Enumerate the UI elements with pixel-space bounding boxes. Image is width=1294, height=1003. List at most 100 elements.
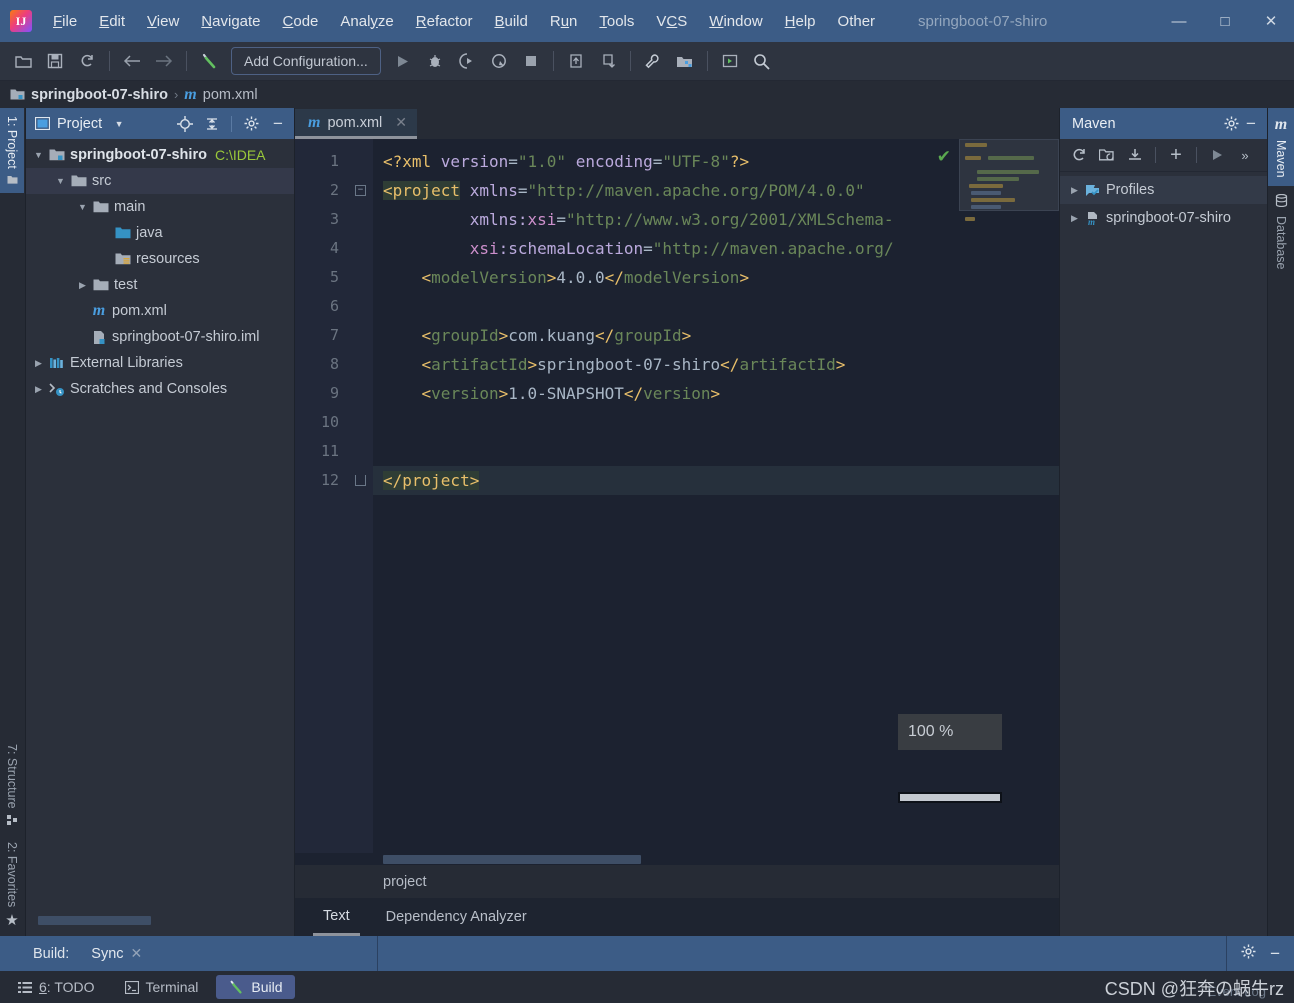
menu-item-tools[interactable]: Tools <box>588 9 645 34</box>
editor-tab-pom-xml[interactable]: m pom.xml ✕ <box>295 109 417 139</box>
tree-row-pom-xml[interactable]: m pom.xml <box>26 298 294 324</box>
sidebar-item-database[interactable]: Database <box>1268 186 1294 278</box>
generate-sources-icon[interactable] <box>1094 143 1120 167</box>
expand-arrow-icon[interactable]: ▼ <box>30 150 47 160</box>
chevron-down-icon[interactable]: ▼ <box>109 114 129 134</box>
code-minimap[interactable] <box>959 139 1059 221</box>
maven-tree-row-project[interactable]: ▶ m springboot-07-shiro <box>1060 204 1267 232</box>
breadcrumb-project[interactable]: springboot-07-shiro <box>10 87 168 103</box>
close-tab-icon[interactable]: ✕ <box>395 114 407 131</box>
build-sync-tab[interactable]: Sync ✕ <box>91 945 142 962</box>
tree-row-scratches-and-consoles[interactable]: ▶ Scratches and Consoles <box>26 376 294 402</box>
update-project-icon[interactable] <box>563 48 589 74</box>
sidebar-item-favorites[interactable]: 2: Favorites ★ <box>0 834 24 936</box>
status-tab-terminal[interactable]: Terminal <box>113 975 211 999</box>
sidebar-item-project[interactable]: 1: Project <box>0 108 24 193</box>
status-tab-build[interactable]: Build <box>216 975 295 999</box>
run-maven-build-icon[interactable] <box>1204 143 1230 167</box>
gear-icon[interactable] <box>1241 944 1256 963</box>
collapse-all-icon[interactable] <box>202 114 222 134</box>
scrollbar-thumb[interactable] <box>383 855 641 864</box>
fold-marker-icon[interactable]: − <box>355 185 366 196</box>
commit-icon[interactable] <box>595 48 621 74</box>
menu-item-window[interactable]: Window <box>698 9 773 34</box>
more-options-icon[interactable]: » <box>1232 143 1258 167</box>
stop-icon[interactable] <box>518 48 544 74</box>
tree-row-main[interactable]: ▼ main <box>26 194 294 220</box>
menu-item-refactor[interactable]: Refactor <box>405 9 484 34</box>
inspection-status-icon[interactable]: ✔ <box>937 147 951 167</box>
tree-row-iml[interactable]: springboot-07-shiro.iml <box>26 324 294 350</box>
tree-row-springboot-07-shiro[interactable]: ▼ springboot-07-shiro C:\IDEA <box>26 142 294 168</box>
fold-end-marker-icon[interactable] <box>355 475 366 486</box>
menu-item-other[interactable]: Other <box>827 9 887 34</box>
run-coverage-icon[interactable] <box>454 48 480 74</box>
tab-dependency-analyzer[interactable]: Dependency Analyzer <box>376 898 537 936</box>
debug-icon[interactable] <box>422 48 448 74</box>
sidebar-item-structure[interactable]: 7: Structure <box>0 736 24 834</box>
editor-hscrollbar[interactable] <box>295 853 1059 865</box>
run-icon[interactable] <box>390 48 416 74</box>
expand-arrow-icon[interactable]: ▶ <box>1066 185 1083 196</box>
hide-panel-icon[interactable]: − <box>1270 944 1280 964</box>
hide-panel-icon[interactable]: − <box>268 114 288 134</box>
expand-arrow-icon[interactable]: ▼ <box>74 202 91 212</box>
editor-gutter[interactable]: 1 2− 3 4 5 6 7 8 9 10 11 12 <box>295 139 373 853</box>
code-text[interactable]: <?xml version="1.0" encoding="UTF-8"?> <… <box>373 139 1059 853</box>
menu-item-vcs[interactable]: VCS <box>645 9 698 34</box>
sync-refresh-icon[interactable] <box>74 48 100 74</box>
add-maven-project-icon[interactable]: + <box>1163 143 1189 167</box>
tree-row-resources[interactable]: resources <box>26 246 294 272</box>
breadcrumb-file[interactable]: m pom.xml <box>184 86 257 104</box>
menu-item-help[interactable]: Help <box>774 9 827 34</box>
menu-item-code[interactable]: Code <box>272 9 330 34</box>
editor-bottom-breadcrumb[interactable]: project <box>295 865 1059 898</box>
back-arrow-icon[interactable] <box>119 48 145 74</box>
tree-row-src[interactable]: ▼ src <box>26 168 294 194</box>
run-anything-icon[interactable] <box>717 48 743 74</box>
project-structure-icon[interactable] <box>672 48 698 74</box>
settings-wrench-icon[interactable] <box>640 48 666 74</box>
maven-tree[interactable]: ▶ Profiles ▶ m springboot-07-shiro <box>1060 172 1267 936</box>
status-tab-todo[interactable]: 6: TODO <box>6 975 107 999</box>
close-icon[interactable]: ✕ <box>131 945 143 962</box>
hide-panel-icon[interactable]: − <box>1241 114 1261 134</box>
project-tree-hscrollbar[interactable] <box>26 910 294 936</box>
expand-arrow-icon[interactable]: ▶ <box>1066 213 1083 224</box>
tab-text[interactable]: Text <box>313 898 360 936</box>
profile-icon[interactable] <box>486 48 512 74</box>
menu-item-file[interactable]: File <box>42 9 88 34</box>
tree-row-java[interactable]: java <box>26 220 294 246</box>
code-editor[interactable]: 1 2− 3 4 5 6 7 8 9 10 11 12 <?xml versio… <box>295 139 1059 853</box>
reload-all-icon[interactable] <box>1066 143 1092 167</box>
menu-item-analyze[interactable]: Analyze <box>329 9 404 34</box>
gear-icon[interactable] <box>241 114 261 134</box>
project-tree[interactable]: ▼ springboot-07-shiro C:\IDEA ▼ src ▼ ma… <box>26 139 294 910</box>
menu-item-run[interactable]: Run <box>539 9 589 34</box>
forward-arrow-icon[interactable] <box>151 48 177 74</box>
maximize-button[interactable]: □ <box>1202 0 1248 42</box>
tree-row-external-libraries[interactable]: ▶ External Libraries <box>26 350 294 376</box>
build-hammer-icon[interactable] <box>196 48 222 74</box>
sidebar-item-maven[interactable]: m Maven <box>1268 108 1294 186</box>
menu-item-view[interactable]: View <box>136 9 190 34</box>
tree-row-test[interactable]: ▶ test <box>26 272 294 298</box>
open-folder-icon[interactable] <box>10 48 36 74</box>
menu-item-navigate[interactable]: Navigate <box>190 9 271 34</box>
minimize-button[interactable]: — <box>1156 0 1202 42</box>
expand-arrow-icon[interactable]: ▶ <box>74 280 91 291</box>
download-sources-icon[interactable] <box>1122 143 1148 167</box>
expand-arrow-icon[interactable]: ▼ <box>52 176 69 186</box>
run-configuration-selector[interactable]: Add Configuration... <box>231 47 381 75</box>
close-button[interactable]: ✕ <box>1248 0 1294 42</box>
locate-target-icon[interactable] <box>175 114 195 134</box>
save-icon[interactable] <box>42 48 68 74</box>
expand-arrow-icon[interactable]: ▶ <box>30 384 47 395</box>
search-everywhere-icon[interactable] <box>749 48 775 74</box>
menu-item-build[interactable]: Build <box>483 9 538 34</box>
scrollbar-thumb[interactable] <box>38 916 151 925</box>
maven-tree-row-profiles[interactable]: ▶ Profiles <box>1060 176 1267 204</box>
menu-item-edit[interactable]: Edit <box>88 9 136 34</box>
expand-arrow-icon[interactable]: ▶ <box>30 358 47 369</box>
gear-icon[interactable] <box>1221 114 1241 134</box>
